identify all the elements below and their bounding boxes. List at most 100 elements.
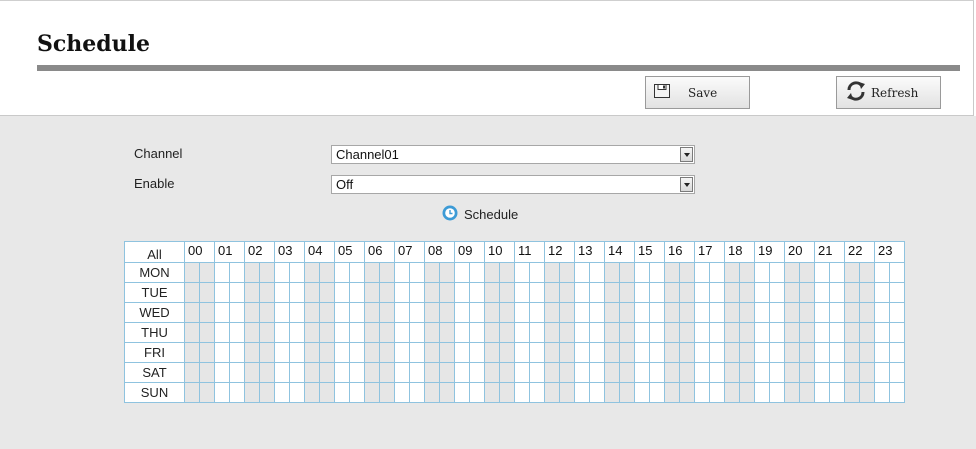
schedule-cell[interactable] — [574, 362, 590, 383]
schedule-cell[interactable] — [724, 342, 740, 363]
schedule-cell[interactable] — [484, 302, 500, 323]
schedule-cell[interactable] — [379, 282, 395, 303]
schedule-cell[interactable] — [319, 302, 335, 323]
schedule-cell[interactable] — [214, 322, 230, 343]
schedule-cell[interactable] — [739, 322, 755, 343]
schedule-cell[interactable] — [184, 382, 200, 403]
schedule-cell[interactable] — [679, 262, 695, 283]
schedule-cell[interactable] — [469, 322, 485, 343]
schedule-cell[interactable] — [559, 322, 575, 343]
schedule-cell[interactable] — [679, 282, 695, 303]
schedule-cell[interactable] — [634, 342, 650, 363]
schedule-cell[interactable] — [829, 362, 845, 383]
schedule-cell[interactable] — [754, 282, 770, 303]
schedule-cell[interactable] — [799, 362, 815, 383]
schedule-cell[interactable] — [334, 282, 350, 303]
schedule-cell[interactable] — [289, 342, 305, 363]
schedule-cell[interactable] — [619, 342, 635, 363]
hour-header-05[interactable]: 05 — [334, 241, 365, 263]
schedule-cell[interactable] — [649, 342, 665, 363]
hour-header-06[interactable]: 06 — [364, 241, 395, 263]
schedule-cell[interactable] — [604, 322, 620, 343]
schedule-cell[interactable] — [529, 322, 545, 343]
schedule-cell[interactable] — [499, 282, 515, 303]
schedule-cell[interactable] — [574, 302, 590, 323]
schedule-cell[interactable] — [889, 282, 905, 303]
hour-header-11[interactable]: 11 — [514, 241, 545, 263]
schedule-cell[interactable] — [274, 262, 290, 283]
schedule-cell[interactable] — [454, 282, 470, 303]
schedule-cell[interactable] — [814, 262, 830, 283]
schedule-cell[interactable] — [724, 282, 740, 303]
schedule-cell[interactable] — [379, 302, 395, 323]
schedule-cell[interactable] — [514, 282, 530, 303]
schedule-cell[interactable] — [349, 302, 365, 323]
schedule-cell[interactable] — [544, 362, 560, 383]
schedule-cell[interactable] — [199, 322, 215, 343]
schedule-cell[interactable] — [589, 262, 605, 283]
hour-header-14[interactable]: 14 — [604, 241, 635, 263]
schedule-cell[interactable] — [439, 302, 455, 323]
schedule-cell[interactable] — [754, 302, 770, 323]
schedule-cell[interactable] — [589, 382, 605, 403]
chevron-down-icon[interactable] — [680, 177, 693, 192]
schedule-cell[interactable] — [469, 382, 485, 403]
schedule-cell[interactable] — [244, 322, 260, 343]
schedule-cell[interactable] — [499, 382, 515, 403]
schedule-cell[interactable] — [664, 302, 680, 323]
schedule-cell[interactable] — [424, 322, 440, 343]
schedule-cell[interactable] — [244, 362, 260, 383]
schedule-cell[interactable] — [184, 282, 200, 303]
schedule-cell[interactable] — [604, 382, 620, 403]
enable-select[interactable]: Off — [331, 175, 695, 194]
schedule-cell[interactable] — [664, 322, 680, 343]
schedule-cell[interactable] — [634, 322, 650, 343]
schedule-cell[interactable] — [544, 262, 560, 283]
schedule-cell[interactable] — [559, 382, 575, 403]
schedule-cell[interactable] — [619, 282, 635, 303]
schedule-cell[interactable] — [394, 322, 410, 343]
schedule-cell[interactable] — [424, 262, 440, 283]
schedule-cell[interactable] — [364, 322, 380, 343]
schedule-cell[interactable] — [739, 382, 755, 403]
schedule-cell[interactable] — [244, 342, 260, 363]
schedule-cell[interactable] — [214, 262, 230, 283]
schedule-cell[interactable] — [439, 282, 455, 303]
day-label-sat[interactable]: SAT — [124, 362, 185, 383]
schedule-cell[interactable] — [454, 382, 470, 403]
schedule-cell[interactable] — [709, 362, 725, 383]
schedule-cell[interactable] — [649, 322, 665, 343]
schedule-cell[interactable] — [754, 342, 770, 363]
schedule-cell[interactable] — [574, 262, 590, 283]
schedule-cell[interactable] — [184, 342, 200, 363]
schedule-cell[interactable] — [544, 302, 560, 323]
schedule-cell[interactable] — [484, 282, 500, 303]
schedule-cell[interactable] — [769, 342, 785, 363]
schedule-cell[interactable] — [724, 262, 740, 283]
hour-header-08[interactable]: 08 — [424, 241, 455, 263]
schedule-cell[interactable] — [484, 362, 500, 383]
schedule-cell[interactable] — [784, 382, 800, 403]
hour-header-22[interactable]: 22 — [844, 241, 875, 263]
schedule-cell[interactable] — [874, 302, 890, 323]
refresh-button[interactable]: Refresh — [836, 76, 941, 109]
schedule-cell[interactable] — [544, 282, 560, 303]
schedule-cell[interactable] — [814, 342, 830, 363]
schedule-cell[interactable] — [634, 382, 650, 403]
schedule-cell[interactable] — [664, 262, 680, 283]
schedule-cell[interactable] — [784, 282, 800, 303]
schedule-cell[interactable] — [829, 342, 845, 363]
schedule-cell[interactable] — [229, 262, 245, 283]
schedule-cell[interactable] — [319, 362, 335, 383]
schedule-cell[interactable] — [439, 382, 455, 403]
schedule-cell[interactable] — [589, 282, 605, 303]
schedule-cell[interactable] — [874, 282, 890, 303]
schedule-cell[interactable] — [454, 302, 470, 323]
schedule-cell[interactable] — [394, 302, 410, 323]
schedule-cell[interactable] — [604, 302, 620, 323]
schedule-cell[interactable] — [859, 282, 875, 303]
schedule-cell[interactable] — [544, 382, 560, 403]
schedule-cell[interactable] — [559, 262, 575, 283]
schedule-cell[interactable] — [769, 282, 785, 303]
schedule-cell[interactable] — [214, 282, 230, 303]
